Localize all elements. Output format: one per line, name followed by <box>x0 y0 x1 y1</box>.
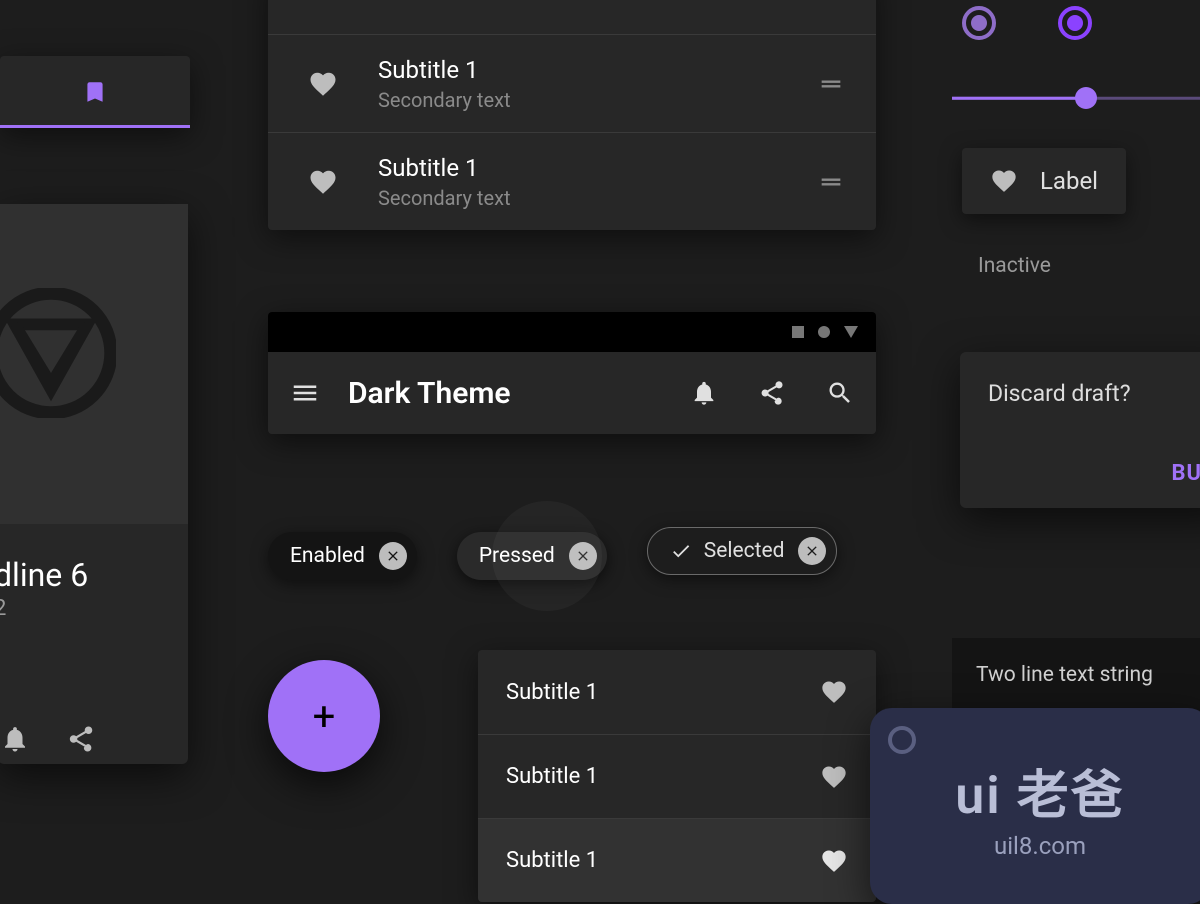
card-headline: dline 6 <box>0 556 88 594</box>
snackbar: Two line text string <box>952 638 1200 714</box>
list-item[interactable]: Subtitle 1 <box>478 734 876 818</box>
heart-icon[interactable] <box>820 678 848 706</box>
chip-row: Enabled Pressed Selected <box>268 527 873 580</box>
radio-group <box>962 6 1092 40</box>
dialog-title: Discard draft? <box>988 380 1200 407</box>
material-logo-icon <box>0 288 116 418</box>
plus-icon: + <box>313 693 336 740</box>
heart-icon <box>308 69 338 99</box>
chip-label: Pressed <box>479 544 555 568</box>
close-icon[interactable] <box>569 542 597 570</box>
check-icon <box>670 540 692 562</box>
status-circle-icon <box>818 326 830 338</box>
status-triangle-icon <box>844 326 858 338</box>
snackbar-text: Two line text string <box>976 663 1153 687</box>
fab-add[interactable]: + <box>268 660 380 772</box>
drag-handle-icon[interactable] <box>817 70 845 98</box>
chip-selected[interactable]: Selected <box>647 527 838 575</box>
list-item[interactable] <box>268 0 876 34</box>
radio-on[interactable] <box>1058 6 1092 40</box>
list-item-secondary: Secondary text <box>378 88 786 112</box>
share-icon[interactable] <box>758 379 786 407</box>
watermark-url: uil8.com <box>994 832 1086 860</box>
list-item[interactable]: Subtitle 1 Secondary text <box>268 132 876 230</box>
watermark-badge: ui 老爸 uil8.com <box>870 708 1200 904</box>
slider-fill <box>952 97 1086 100</box>
card-subhead: 2 <box>0 596 6 621</box>
list-item[interactable]: Subtitle 1 <box>478 818 876 902</box>
tab-indicator <box>0 125 190 128</box>
dialog-confirm-button[interactable]: BU <box>988 461 1200 486</box>
slider[interactable] <box>952 88 1200 108</box>
heart-icon <box>308 167 338 197</box>
list-item-secondary: Secondary text <box>378 186 786 210</box>
chip-pressed[interactable]: Pressed <box>457 532 607 580</box>
media-image-placeholder <box>0 204 188 524</box>
confirm-dialog: Discard draft? BU <box>960 352 1200 508</box>
list-item-title: Subtitle 1 <box>378 154 786 182</box>
share-icon[interactable] <box>66 724 96 754</box>
heart-icon[interactable] <box>820 763 848 791</box>
list-item-title: Subtitle 1 <box>506 848 820 873</box>
chip-state-label: Inactive <box>978 254 1051 278</box>
tab-card <box>0 56 190 128</box>
appbar-title: Dark Theme <box>348 376 690 411</box>
label-chip[interactable]: Label <box>962 148 1126 214</box>
close-icon[interactable] <box>379 542 407 570</box>
list-item-title: Subtitle 1 <box>506 764 820 789</box>
list-item[interactable]: Subtitle 1 <box>478 650 876 734</box>
status-square-icon <box>792 326 804 338</box>
chip-label: Selected <box>704 539 785 563</box>
list-item-title: Subtitle 1 <box>506 680 820 705</box>
bookmark-tab[interactable] <box>66 56 124 128</box>
search-icon[interactable] <box>826 379 854 407</box>
single-line-list: Subtitle 1 Subtitle 1 Subtitle 1 <box>478 650 876 902</box>
drag-handle-icon[interactable] <box>817 168 845 196</box>
list-item[interactable]: Subtitle 1 Secondary text <box>268 34 876 132</box>
menu-icon[interactable] <box>290 378 320 408</box>
bell-icon[interactable] <box>0 724 30 754</box>
chip-label: Label <box>1040 167 1098 195</box>
two-line-list: Subtitle 1 Secondary text Subtitle 1 Sec… <box>268 0 876 230</box>
bell-icon[interactable] <box>690 379 718 407</box>
top-app-bar: Dark Theme <box>268 312 876 434</box>
heart-icon <box>990 167 1018 195</box>
watermark-brand: ui 老爸 <box>955 753 1124 828</box>
media-card: dline 6 2 <box>0 204 188 764</box>
heart-icon[interactable] <box>820 847 848 875</box>
status-bar <box>268 312 876 352</box>
ring-icon <box>888 726 916 754</box>
slider-thumb[interactable] <box>1075 87 1097 109</box>
bookmark-icon <box>82 77 108 107</box>
close-icon[interactable] <box>798 537 826 565</box>
list-item-title: Subtitle 1 <box>378 56 786 84</box>
chip-label: Enabled <box>290 544 365 568</box>
chip-enabled[interactable]: Enabled <box>268 532 417 580</box>
radio-off[interactable] <box>962 6 996 40</box>
